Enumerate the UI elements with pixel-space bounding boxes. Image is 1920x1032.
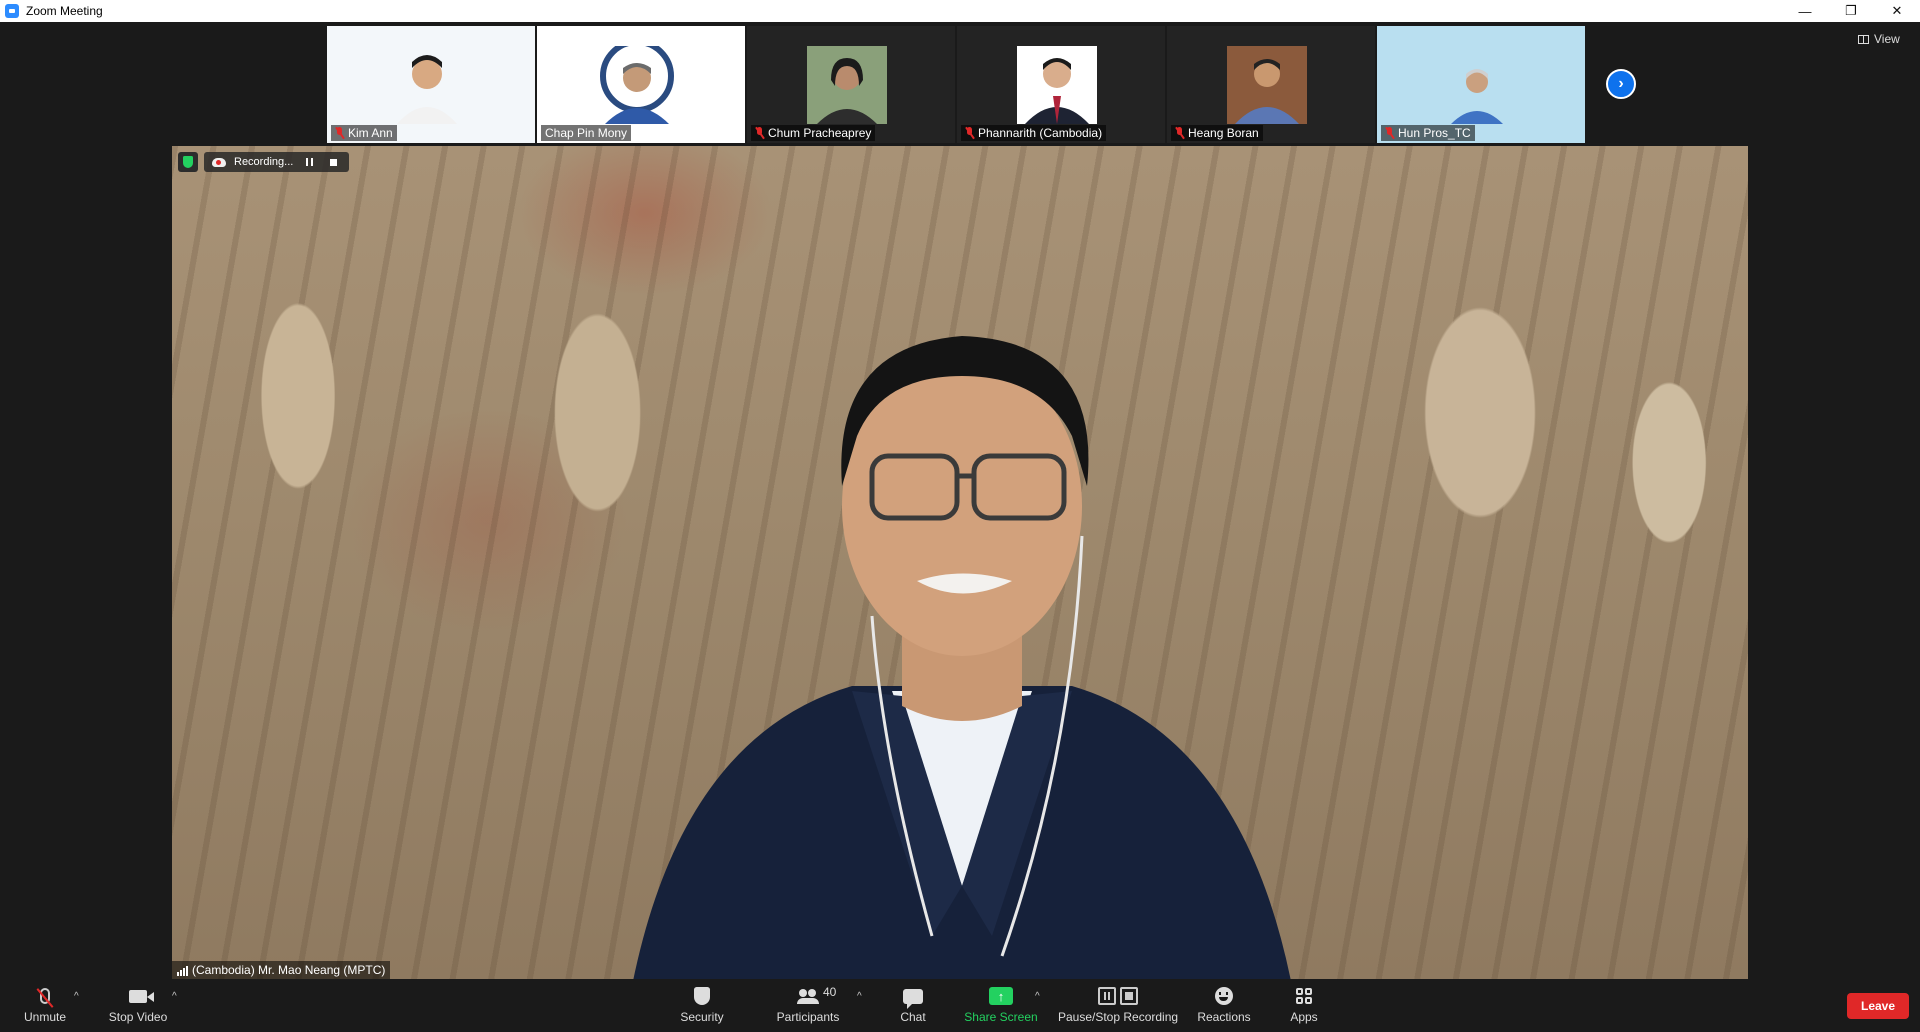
recording-bar: Recording... (178, 152, 350, 172)
apps-icon (1295, 987, 1313, 1005)
title-bar: Zoom Meeting — ❐ ✕ (0, 0, 1920, 22)
stop-video-button[interactable]: Stop Video (83, 984, 193, 1024)
participant-tile[interactable]: Kim Ann (327, 26, 535, 143)
security-label: Security (680, 1010, 724, 1024)
speaker-name: (Cambodia) Mr. Mao Neang (MPTC) (192, 963, 386, 977)
view-button[interactable]: View (1858, 32, 1900, 46)
participants-icon: 40 (797, 985, 836, 1004)
video-options-chevron-icon[interactable]: ^ (172, 991, 177, 1002)
recording-indicator: Recording... (204, 152, 350, 172)
pause-stop-recording-label: Pause/Stop Recording (1057, 1010, 1179, 1024)
maximize-button[interactable]: ❐ (1828, 0, 1874, 22)
participant-tile[interactable]: Hun Pros_TC (1377, 26, 1585, 143)
participants-count: 40 (823, 985, 837, 999)
participant-tile[interactable]: Chap Pin Mony (537, 26, 745, 143)
participant-name: Chap Pin Mony (545, 126, 628, 140)
muted-mic-icon (755, 127, 764, 139)
participant-name-tag: Phannarith (Cambodia) (961, 125, 1107, 141)
participant-name: Hun Pros_TC (1398, 126, 1471, 140)
video-camera-icon (129, 989, 147, 1003)
share-options-chevron-icon[interactable]: ^ (1035, 991, 1040, 1002)
pause-icon (1098, 987, 1116, 1005)
shield-icon (694, 987, 710, 1005)
stop-recording-icon[interactable] (325, 155, 341, 169)
participant-tile[interactable]: Heang Boran (1167, 26, 1375, 143)
meeting-stage: Kim Ann Chap Pin Mony Chum Pracheaprey P… (0, 22, 1920, 979)
participant-video (397, 55, 457, 124)
close-button[interactable]: ✕ (1874, 0, 1920, 22)
encryption-shield-icon[interactable] (178, 152, 198, 172)
leave-button[interactable]: Leave (1847, 993, 1909, 1019)
participant-name: Phannarith (Cambodia) (978, 126, 1103, 140)
window-title: Zoom Meeting (26, 4, 103, 18)
apps-label: Apps (1290, 1010, 1318, 1024)
cloud-recording-icon (212, 157, 226, 167)
participant-name-tag: Chum Pracheaprey (751, 125, 876, 141)
active-speaker-video: Recording... (Cambodia) Mr. Mao Neang (M… (172, 146, 1748, 979)
participant-video (600, 46, 674, 124)
participant-video (1437, 46, 1517, 124)
smiley-icon (1215, 987, 1233, 1005)
muted-mic-icon (40, 988, 50, 1004)
security-button[interactable]: Security (647, 984, 757, 1024)
pause-recording-icon[interactable] (301, 155, 317, 169)
meeting-toolbar: Unmute ^ Stop Video ^ Security 40 Partic… (0, 979, 1920, 1032)
participant-name: Kim Ann (348, 126, 393, 140)
participants-label: Participants (776, 1010, 840, 1024)
participant-strip: Kim Ann Chap Pin Mony Chum Pracheaprey P… (327, 26, 1585, 143)
participant-video (807, 46, 887, 124)
participant-name-tag: Hun Pros_TC (1381, 125, 1475, 141)
participants-button[interactable]: 40 Participants (753, 984, 863, 1024)
apps-button[interactable]: Apps (1249, 984, 1359, 1024)
audio-options-chevron-icon[interactable]: ^ (74, 991, 79, 1002)
connection-signal-icon (177, 965, 188, 976)
stop-video-label: Stop Video (108, 1010, 168, 1024)
participant-name-tag: Kim Ann (331, 125, 397, 141)
window-controls: — ❐ ✕ (1782, 0, 1920, 22)
chat-label: Chat (900, 1010, 926, 1024)
reactions-label: Reactions (1197, 1010, 1251, 1024)
chat-bubble-icon (903, 988, 923, 1009)
pause-stop-recording-button[interactable]: Pause/Stop Recording (1058, 984, 1178, 1024)
share-screen-button[interactable]: ↑ Share Screen (946, 984, 1056, 1024)
recording-label: Recording... (234, 156, 294, 168)
zoom-app-icon (5, 4, 19, 18)
stop-icon (1120, 987, 1138, 1005)
muted-mic-icon (1175, 127, 1184, 139)
participant-video (1227, 46, 1307, 124)
participant-name: Chum Pracheaprey (768, 126, 872, 140)
grid-view-icon (1858, 34, 1869, 44)
participant-video (1017, 46, 1097, 124)
muted-mic-icon (335, 127, 344, 139)
muted-mic-icon (965, 127, 974, 139)
next-page-arrow-icon[interactable]: › (1606, 69, 1636, 99)
speaker-name-tag: (Cambodia) Mr. Mao Neang (MPTC) (172, 961, 391, 979)
speaker-figure (633, 336, 1291, 979)
participant-name-tag: Heang Boran (1171, 125, 1263, 141)
unmute-label: Unmute (23, 1010, 67, 1024)
participant-tile[interactable]: Phannarith (Cambodia) (957, 26, 1165, 143)
participant-tile[interactable]: Chum Pracheaprey (747, 26, 955, 143)
participant-name: Heang Boran (1188, 126, 1259, 140)
minimize-button[interactable]: — (1782, 0, 1828, 22)
participant-name-tag: Chap Pin Mony (541, 125, 632, 141)
muted-mic-icon (1385, 127, 1394, 139)
view-label: View (1874, 32, 1900, 46)
share-screen-label: Share Screen (964, 1010, 1038, 1024)
share-screen-arrow-icon: ↑ (989, 987, 1013, 1005)
